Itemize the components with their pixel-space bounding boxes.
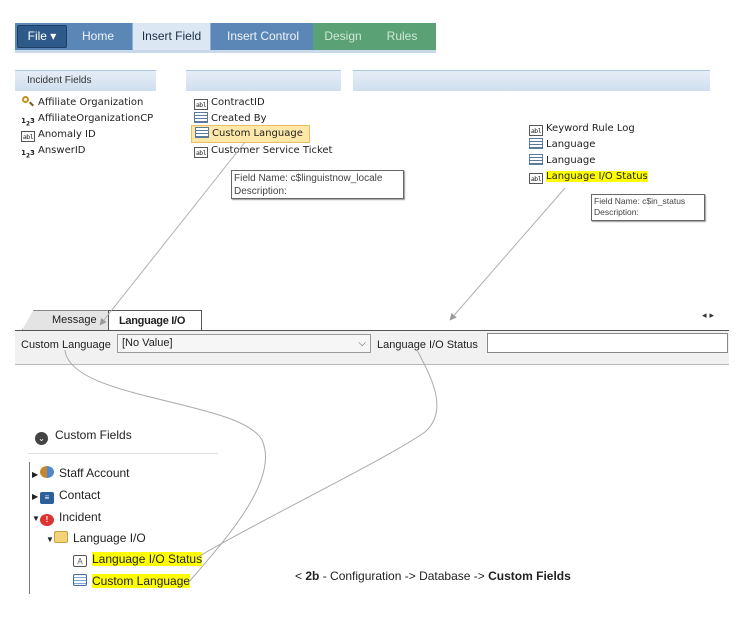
arrow-language-io-status (449, 187, 566, 321)
curve-custom-language (64, 349, 267, 584)
arrow-custom-language (99, 141, 246, 326)
connector-lines (64, 141, 566, 584)
curve-language-io-status (197, 349, 438, 558)
